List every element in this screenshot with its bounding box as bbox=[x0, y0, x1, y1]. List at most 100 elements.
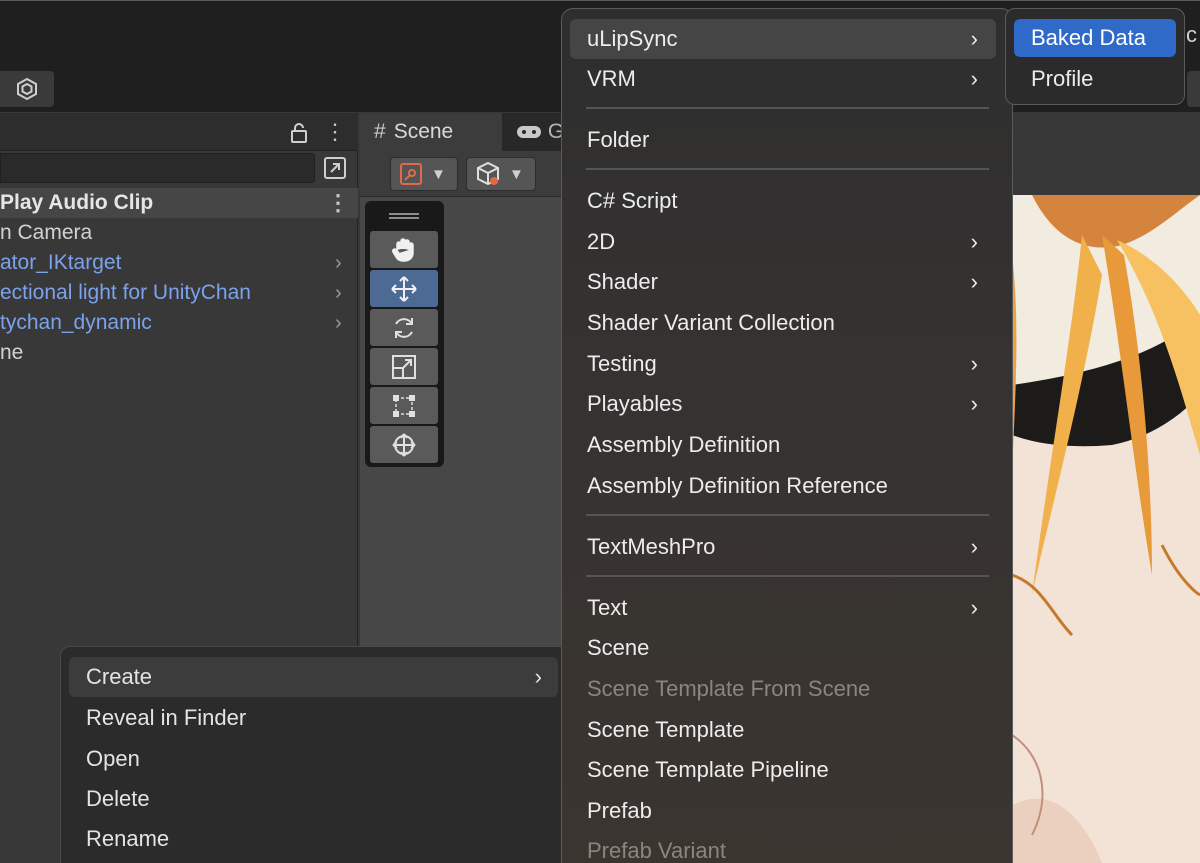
menu-item-label: Assembly Definition bbox=[587, 432, 781, 457]
rotate-tool-button[interactable] bbox=[370, 309, 438, 346]
hierarchy-row[interactable]: ator_IKtarget › bbox=[0, 248, 358, 278]
tool-palette bbox=[365, 201, 444, 467]
hand-tool-button[interactable] bbox=[370, 231, 438, 268]
transform-icon bbox=[392, 432, 416, 457]
menu-item-2d[interactable]: 2D › bbox=[570, 222, 996, 262]
move-icon bbox=[391, 275, 417, 302]
menu-item-label: Delete bbox=[86, 786, 150, 811]
ulipsync-submenu: Baked Data Profile bbox=[1005, 8, 1185, 105]
menu-item-label: uLipSync bbox=[587, 26, 678, 51]
menu-item-scene-template[interactable]: Scene Template bbox=[570, 710, 996, 750]
scale-tool-button[interactable] bbox=[370, 348, 438, 385]
toolbar-button-edge[interactable] bbox=[1187, 71, 1200, 107]
character-image bbox=[1012, 195, 1200, 863]
hierarchy-row[interactable]: tychan_dynamic › bbox=[0, 308, 358, 338]
hierarchy-row[interactable]: ne bbox=[0, 338, 358, 368]
menu-item-delete[interactable]: Delete bbox=[69, 779, 558, 819]
draw-mode-icon bbox=[400, 163, 422, 185]
context-menu: Create › Reveal in Finder Open Delete Re… bbox=[60, 646, 565, 863]
menu-item-label: Baked Data bbox=[1031, 25, 1146, 50]
menu-item-label: Testing bbox=[587, 351, 657, 376]
render-mode-dropdown[interactable]: ▼ bbox=[466, 157, 536, 191]
create-submenu: uLipSync › VRM › Folder C# Script 2D › S… bbox=[561, 8, 1013, 863]
menu-item-playables[interactable]: Playables › bbox=[570, 384, 996, 424]
scale-icon bbox=[392, 354, 416, 379]
hierarchy-scene-row[interactable]: Play Audio Clip ⋮ bbox=[0, 188, 358, 218]
menu-item-shader-variant-collection[interactable]: Shader Variant Collection bbox=[570, 303, 996, 343]
chevron-right-icon[interactable]: › bbox=[335, 278, 342, 308]
move-tool-button[interactable] bbox=[370, 270, 438, 307]
gamepad-icon bbox=[517, 126, 541, 138]
menu-item-prefab[interactable]: Prefab bbox=[570, 791, 996, 831]
hierarchy-header: ⋮ bbox=[0, 113, 358, 151]
menu-item-scene-template-from-scene: Scene Template From Scene bbox=[570, 669, 996, 709]
menu-item-label: C# Script bbox=[587, 188, 678, 213]
menu-item-label: Playables bbox=[587, 391, 683, 416]
hierarchy-row-label: Play Audio Clip bbox=[0, 191, 154, 214]
menu-item-reveal-in-finder[interactable]: Reveal in Finder bbox=[69, 698, 558, 738]
chevron-right-icon: › bbox=[534, 664, 542, 689]
hierarchy-row-label: ator_IKtarget bbox=[0, 251, 122, 274]
menu-item-label: Scene Template From Scene bbox=[587, 676, 871, 701]
menu-item-folder[interactable]: Folder bbox=[570, 120, 996, 160]
menu-item-textmeshpro[interactable]: TextMeshPro › bbox=[570, 527, 996, 567]
menu-item-baked-data[interactable]: Baked Data bbox=[1014, 19, 1176, 57]
menu-item-label: Assembly Definition Reference bbox=[587, 473, 888, 498]
menu-item-label: Create bbox=[86, 664, 153, 689]
expand-icon bbox=[324, 157, 346, 179]
menu-item-rename[interactable]: Rename bbox=[69, 819, 558, 859]
tab-game[interactable]: G bbox=[516, 113, 564, 151]
menu-item-label: Scene Template bbox=[587, 717, 745, 742]
chevron-down-icon: ▼ bbox=[431, 165, 446, 183]
package-button[interactable] bbox=[0, 71, 54, 107]
transform-tool-button[interactable] bbox=[370, 426, 438, 463]
chevron-right-icon[interactable]: › bbox=[335, 248, 342, 278]
menu-item-scene[interactable]: Scene bbox=[570, 628, 996, 668]
menu-item-profile[interactable]: Profile bbox=[1014, 60, 1176, 98]
menu-item-label: Profile bbox=[1031, 66, 1094, 91]
chevron-right-icon: › bbox=[970, 66, 978, 91]
menu-item-label: Prefab Variant bbox=[587, 838, 727, 863]
hierarchy-tree: Play Audio Clip ⋮ n Camera ator_IKtarget… bbox=[0, 188, 358, 368]
menu-item-label: Scene bbox=[587, 635, 650, 660]
menu-separator bbox=[586, 168, 989, 170]
hierarchy-row[interactable]: ectional light for UnityChan › bbox=[0, 278, 358, 308]
menu-item-label: Prefab bbox=[587, 798, 652, 823]
menu-item-scene-template-pipeline[interactable]: Scene Template Pipeline bbox=[570, 750, 996, 790]
menu-item-prefab-variant: Prefab Variant bbox=[570, 831, 996, 863]
menu-item-label: Scene Template Pipeline bbox=[587, 757, 829, 782]
menu-item-ulipsync[interactable]: uLipSync › bbox=[570, 19, 996, 59]
cube-icon bbox=[477, 161, 499, 186]
chevron-right-icon: › bbox=[970, 269, 978, 294]
hierarchy-search-input[interactable] bbox=[0, 153, 315, 183]
menu-item-label: Folder bbox=[587, 127, 650, 152]
menu-item-open[interactable]: Open bbox=[69, 739, 558, 779]
chevron-down-icon: ▼ bbox=[509, 165, 524, 183]
chevron-right-icon: › bbox=[970, 351, 978, 376]
more-options-icon[interactable]: ⋮ bbox=[324, 119, 346, 145]
menu-item-assembly-definition-reference[interactable]: Assembly Definition Reference bbox=[570, 466, 996, 506]
menu-item-label: VRM bbox=[587, 66, 636, 91]
chevron-right-icon[interactable]: › bbox=[335, 308, 342, 338]
scene-view-toolbar: ▼ ▼ bbox=[360, 151, 565, 197]
menu-item-shader[interactable]: Shader › bbox=[570, 262, 996, 302]
rotate-icon bbox=[395, 317, 413, 338]
hierarchy-row[interactable]: n Camera bbox=[0, 218, 358, 248]
tab-scene[interactable]: # Scene bbox=[360, 113, 502, 151]
menu-item-create[interactable]: Create › bbox=[69, 657, 558, 697]
draw-mode-dropdown[interactable]: ▼ bbox=[390, 157, 458, 191]
menu-item-label: Open bbox=[86, 746, 140, 771]
menu-item-vrm[interactable]: VRM › bbox=[570, 59, 996, 99]
drag-handle-icon[interactable] bbox=[389, 213, 419, 219]
menu-item-csharp-script[interactable]: C# Script bbox=[570, 181, 996, 221]
lock-icon[interactable] bbox=[290, 122, 308, 150]
menu-separator bbox=[586, 575, 989, 577]
menu-separator bbox=[586, 107, 989, 109]
menu-item-assembly-definition[interactable]: Assembly Definition bbox=[570, 425, 996, 465]
rect-tool-button[interactable] bbox=[370, 387, 438, 424]
search-expand-button[interactable] bbox=[320, 153, 350, 183]
scene-options-icon[interactable]: ⋮ bbox=[327, 188, 349, 218]
menu-item-text[interactable]: Text › bbox=[570, 588, 996, 628]
scene-character-render bbox=[1012, 195, 1200, 863]
menu-item-testing[interactable]: Testing › bbox=[570, 344, 996, 384]
